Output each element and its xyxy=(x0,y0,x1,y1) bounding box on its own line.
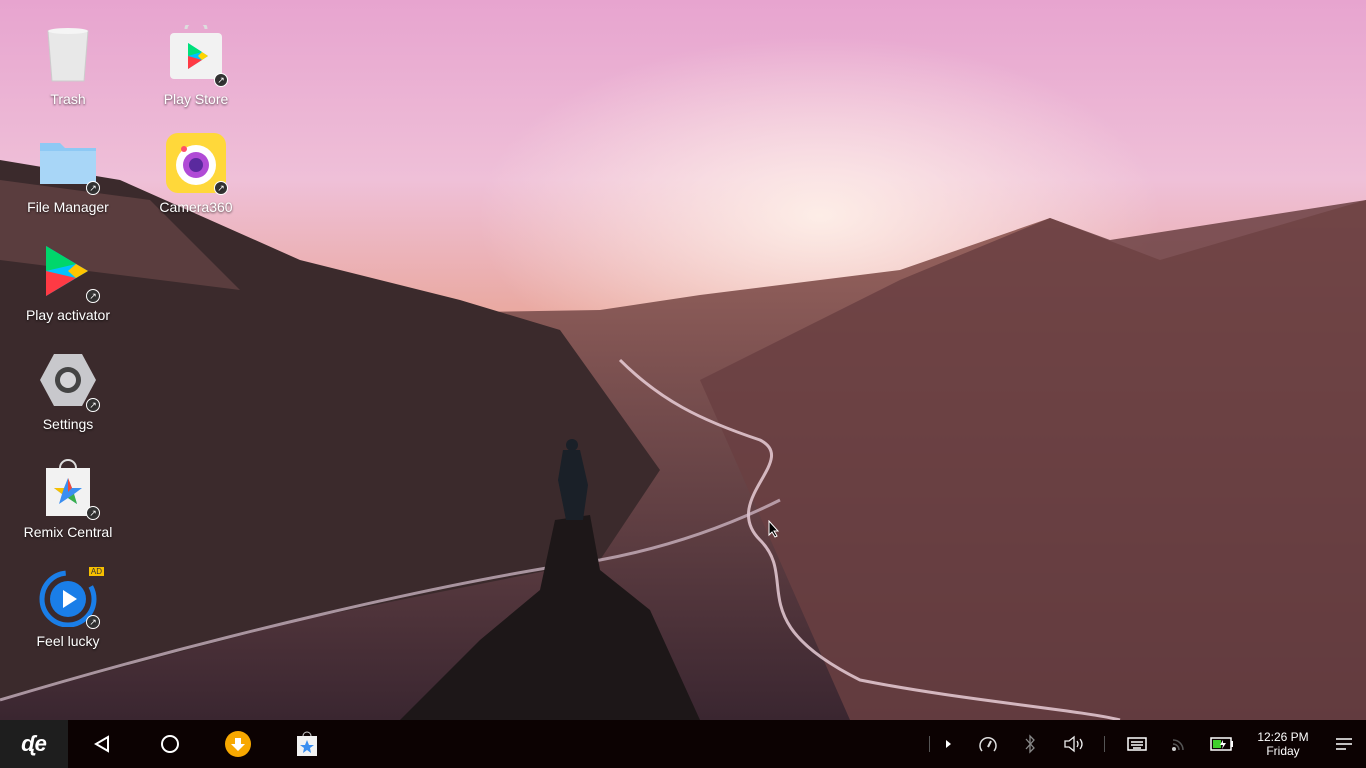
shortcut-arrow-icon: ↗ xyxy=(214,73,228,87)
jide-logo-icon: ᶑe xyxy=(21,731,47,756)
volume-icon xyxy=(1064,735,1083,753)
desktop-icon-play-activator[interactable]: ↗ Play activator xyxy=(13,241,123,323)
shortcut-arrow-icon: ↗ xyxy=(86,398,100,412)
desktop-icon-remix-central[interactable]: ↗ Remix Central xyxy=(13,458,123,540)
bluetooth-button[interactable] xyxy=(1016,720,1044,768)
keyboard-button[interactable] xyxy=(1122,720,1152,768)
start-menu-button[interactable]: ᶑe xyxy=(0,720,68,768)
desktop-icon-feel-lucky[interactable]: ↗ AD Feel lucky xyxy=(13,567,123,649)
desktop-icon-play-store[interactable]: ↗ Play Store xyxy=(141,19,251,107)
download-app-button[interactable] xyxy=(216,720,260,768)
network-button[interactable] xyxy=(1165,720,1193,768)
shortcut-arrow-icon: ↗ xyxy=(86,506,100,520)
remix-central-icon xyxy=(297,731,317,756)
icon-label: Feel lucky xyxy=(36,633,100,649)
trash-icon xyxy=(38,25,98,85)
gear-icon: ↗ xyxy=(38,350,100,412)
desktop-icon-settings[interactable]: ↗ Settings xyxy=(13,350,123,432)
speedometer-icon xyxy=(979,736,997,752)
icon-label: Camera360 xyxy=(159,199,233,215)
play-store-icon: ↗ xyxy=(166,19,228,87)
icon-label: File Manager xyxy=(27,199,109,215)
desktop-icon-trash[interactable]: Trash xyxy=(13,25,123,107)
desktop-icon-camera360[interactable]: ↗ Camera360 xyxy=(141,133,251,215)
performance-button[interactable] xyxy=(974,720,1002,768)
keyboard-icon xyxy=(1127,737,1147,751)
shortcut-arrow-icon: ↗ xyxy=(86,181,100,195)
back-triangle-icon xyxy=(94,735,109,753)
desktop-wallpaper xyxy=(0,0,1366,720)
home-circle-icon xyxy=(161,735,179,753)
shortcut-arrow-icon: ↗ xyxy=(214,181,228,195)
battery-button[interactable] xyxy=(1207,720,1237,768)
ad-badge: AD xyxy=(88,567,104,576)
back-button[interactable] xyxy=(80,720,124,768)
folder-icon: ↗ xyxy=(38,133,100,195)
desktop-icon-file-manager[interactable]: ↗ File Manager xyxy=(13,133,123,215)
taskbar: ᶑe 12:26 PM Friday xyxy=(0,720,1366,768)
caret-right-icon xyxy=(946,740,951,748)
home-button[interactable] xyxy=(148,720,192,768)
icon-label: Remix Central xyxy=(23,524,113,540)
notification-center-button[interactable] xyxy=(1330,720,1358,768)
clock-time: 12:26 PM xyxy=(1257,730,1309,744)
download-icon xyxy=(225,731,251,757)
play-activator-icon: ↗ xyxy=(38,241,100,303)
divider xyxy=(1104,736,1105,752)
expand-tray-button[interactable] xyxy=(936,720,960,768)
icon-label: Play activator xyxy=(25,307,111,323)
remix-central-icon: ↗ xyxy=(38,458,100,520)
shortcut-arrow-icon: ↗ xyxy=(86,615,100,629)
shortcut-arrow-icon: ↗ xyxy=(86,289,100,303)
wifi-signal-icon xyxy=(1172,739,1184,751)
battery-charging-icon xyxy=(1210,737,1233,751)
clock[interactable]: 12:26 PM Friday xyxy=(1250,730,1316,758)
clock-day: Friday xyxy=(1266,744,1300,758)
taskbar-remix-central[interactable] xyxy=(285,720,329,768)
icon-label: Play Store xyxy=(163,91,229,107)
volume-button[interactable] xyxy=(1058,720,1090,768)
icon-label: Trash xyxy=(50,91,86,107)
feel-lucky-icon: ↗ AD xyxy=(38,567,104,629)
icon-label: Settings xyxy=(42,416,94,432)
divider xyxy=(929,736,930,752)
bluetooth-icon xyxy=(1025,734,1035,754)
camera-icon: ↗ xyxy=(166,133,228,195)
mouse-cursor-icon xyxy=(768,520,780,538)
menu-lines-icon xyxy=(1336,738,1352,750)
